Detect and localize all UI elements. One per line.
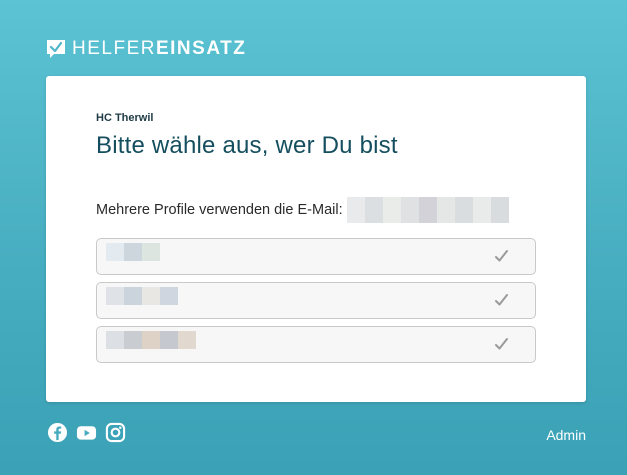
social-links — [47, 422, 126, 443]
check-bubble-icon — [47, 40, 65, 58]
brand-name: HELFEREINSATZ — [72, 39, 246, 59]
brand-name-part1: HELFER — [72, 38, 156, 59]
checkmark-icon — [495, 294, 508, 306]
profile-option-3[interactable] — [96, 326, 536, 363]
profile-option-2[interactable] — [96, 282, 536, 319]
email-label: Mehrere Profile verwenden die E-Mail: — [96, 202, 343, 218]
page-title: Bitte wähle aus, wer Du bist — [96, 132, 398, 159]
profile-option-1[interactable] — [96, 238, 536, 275]
club-name: HC Therwil — [96, 112, 154, 124]
brand-name-part2: EINSATZ — [155, 38, 247, 59]
profile-name-redacted — [106, 243, 160, 261]
email-info: Mehrere Profile verwenden die E-Mail: — [96, 197, 509, 223]
profile-name-redacted — [106, 287, 178, 305]
admin-link[interactable]: Admin — [546, 427, 586, 443]
facebook-icon[interactable] — [47, 422, 68, 443]
profile-name-redacted — [106, 331, 196, 349]
checkmark-icon — [495, 250, 508, 262]
email-value-redacted — [346, 197, 509, 223]
profile-select-card: HC Therwil Bitte wähle aus, wer Du bist … — [46, 76, 586, 402]
instagram-icon[interactable] — [105, 422, 126, 443]
brand-logo[interactable]: HELFEREINSATZ — [46, 38, 246, 60]
profile-list — [96, 238, 536, 370]
checkmark-icon — [495, 338, 508, 350]
youtube-icon[interactable] — [76, 422, 97, 443]
